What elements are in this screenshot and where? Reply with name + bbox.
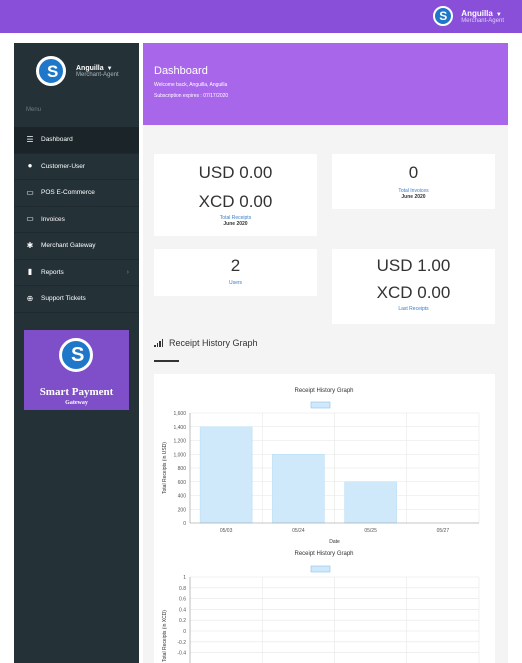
chevron-right-icon: › xyxy=(126,268,129,276)
y-axis-label: Total Receipts (in USD) xyxy=(162,442,168,494)
last-receipts-usd-value: USD 1.00 xyxy=(376,256,451,275)
sidebar-item-label: POS E-Commerce xyxy=(41,189,95,197)
main-content: Dashboard Welcome back, Anguilla, Anguil… xyxy=(143,43,508,663)
dashboard-header: Dashboard Welcome back, Anguilla, Anguil… xyxy=(143,43,508,125)
lifebuoy-icon: ⊕ xyxy=(26,293,34,303)
x-tick-label: 05/24 xyxy=(292,528,305,534)
receipts-date: June 2020 xyxy=(223,221,248,227)
sidebar-item-label: Support Tickets xyxy=(41,295,86,303)
gear-icon: ✱ xyxy=(26,240,34,250)
user-icon: ● xyxy=(27,161,33,171)
sidebar-user[interactable]: Anguilla▼ Merchant-Agent xyxy=(14,43,139,93)
y-tick-label: 1,400 xyxy=(173,425,186,431)
section-title: Receipt History Graph xyxy=(169,338,258,348)
section-underline xyxy=(154,360,179,362)
users-value: 2 xyxy=(230,256,241,275)
y-tick-label: -0.4 xyxy=(177,651,186,657)
y-tick-label: -0.2 xyxy=(177,640,186,646)
y-tick-label: 200 xyxy=(178,507,187,513)
welcome-text: Welcome back, Anguilla, Anguilla xyxy=(154,82,228,88)
sidebar-item-dashboard[interactable]: ☰ Dashboard xyxy=(14,127,139,154)
y-tick-label: 800 xyxy=(178,466,187,472)
y-tick-label: 1,600 xyxy=(173,411,186,417)
chart-title: Receipt History Graph xyxy=(294,388,353,394)
sidebar-item-label: Dashboard xyxy=(41,136,73,144)
sidebar-item-reports[interactable]: ▮ Reports › xyxy=(14,260,139,286)
users-card: 2 Users xyxy=(154,249,317,296)
card-icon: ▭ xyxy=(26,187,34,197)
sidebar-item-support-tickets[interactable]: ⊕ Support Tickets xyxy=(14,286,139,313)
charts-svg: Receipt History Graph 0 200 400 600 800 1,000 1… xyxy=(162,388,480,663)
sidebar-item-label: Reports xyxy=(41,268,64,276)
sidebar-user-name: Anguilla xyxy=(76,64,104,72)
last-receipts-link[interactable]: Last Receipts xyxy=(332,306,495,312)
smart-payment-gateway-banner: Smart Payment Gateway xyxy=(24,330,129,410)
smart-payment-logo-icon xyxy=(59,338,93,372)
last-receipts-xcd-value: XCD 0.00 xyxy=(376,283,451,302)
last-receipts-card: USD 1.00 XCD 0.00 Last Receipts xyxy=(332,249,495,324)
y-tick-label: 0.2 xyxy=(179,618,186,624)
y-tick-label: 0.4 xyxy=(179,607,186,613)
sidebar: Anguilla▼ Merchant-Agent Menu ☰ Dashboar… xyxy=(14,43,139,663)
signal-bars-icon xyxy=(154,339,163,347)
receipts-xcd-value: XCD 0.00 xyxy=(198,192,273,211)
chart-title: Receipt History Graph xyxy=(294,551,353,557)
menu-label: Menu xyxy=(26,107,42,113)
page-title: Dashboard xyxy=(154,65,208,77)
sidebar-user-role: Merchant-Agent xyxy=(76,71,119,78)
promo-subtitle: Gateway xyxy=(65,400,88,406)
user-menu[interactable]: Anguilla▼ Merchant-Agent xyxy=(433,6,504,26)
caret-down-icon: ▼ xyxy=(106,65,113,72)
x-axis-label: Date xyxy=(329,539,340,545)
smart-payment-logo-icon xyxy=(433,6,454,26)
promo-title: Smart Payment xyxy=(39,386,114,398)
chart-panel: Receipt History Graph 0 200 400 600 800 1,000 1… xyxy=(154,374,495,663)
user-name: Anguilla xyxy=(461,8,493,18)
total-receipts-card: USD 0.00 XCD 0.00 Total Receipts June 20… xyxy=(154,154,317,236)
y-tick-label: 1 xyxy=(183,575,186,581)
sidebar-item-invoices[interactable]: ▭ Invoices xyxy=(14,207,139,233)
sidebar-item-label: Merchant Gateway xyxy=(41,242,96,250)
user-role: Merchant-Agent xyxy=(461,17,504,24)
file-icon: ▮ xyxy=(27,267,33,277)
y-axis-label: Total Receipts (in XCD) xyxy=(162,610,168,662)
bar xyxy=(199,426,253,524)
sidebar-item-customer-user[interactable]: ● Customer-User xyxy=(14,154,139,180)
sidebar-item-label: Customer-User xyxy=(41,162,86,170)
invoices-value: 0 xyxy=(408,163,419,182)
x-tick-label: 05/25 xyxy=(364,528,377,534)
sidebar-item-label: Invoices xyxy=(41,215,65,223)
top-bar: Anguilla▼ Merchant-Agent xyxy=(0,0,522,33)
bar xyxy=(344,481,397,524)
legend-swatch xyxy=(310,401,331,409)
card-icon: ▭ xyxy=(26,214,34,224)
y-tick-label: 400 xyxy=(178,494,187,500)
sidebar-item-pos-ecommerce[interactable]: ▭ POS E-Commerce xyxy=(14,180,139,207)
y-tick-label: 0.6 xyxy=(179,597,186,603)
x-tick-label: 05/03 xyxy=(220,528,233,534)
subscription-text: Subscription expires : 07/17/2020 xyxy=(154,93,229,99)
sidebar-item-merchant-gateway[interactable]: ✱ Merchant Gateway xyxy=(14,233,139,260)
y-tick-label: 1,000 xyxy=(173,452,186,458)
section-heading: Receipt History Graph xyxy=(154,338,258,348)
y-tick-label: 600 xyxy=(178,480,187,486)
y-tick-label: 0.8 xyxy=(179,586,186,592)
y-tick-label: 1,200 xyxy=(173,439,186,445)
avatar-logo-icon xyxy=(36,56,66,86)
list-icon: ☰ xyxy=(26,134,34,144)
legend-swatch xyxy=(310,565,331,573)
y-tick-label: 0 xyxy=(183,629,186,635)
bar xyxy=(272,454,325,524)
users-link[interactable]: Users xyxy=(154,280,317,286)
x-tick-label: 05/27 xyxy=(437,528,450,534)
y-tick-label: 0 xyxy=(183,521,186,527)
total-invoices-card: 0 Total Invoices June 2020 xyxy=(332,154,495,209)
invoices-date: June 2020 xyxy=(401,194,426,200)
receipts-usd-value: USD 0.00 xyxy=(198,163,273,182)
